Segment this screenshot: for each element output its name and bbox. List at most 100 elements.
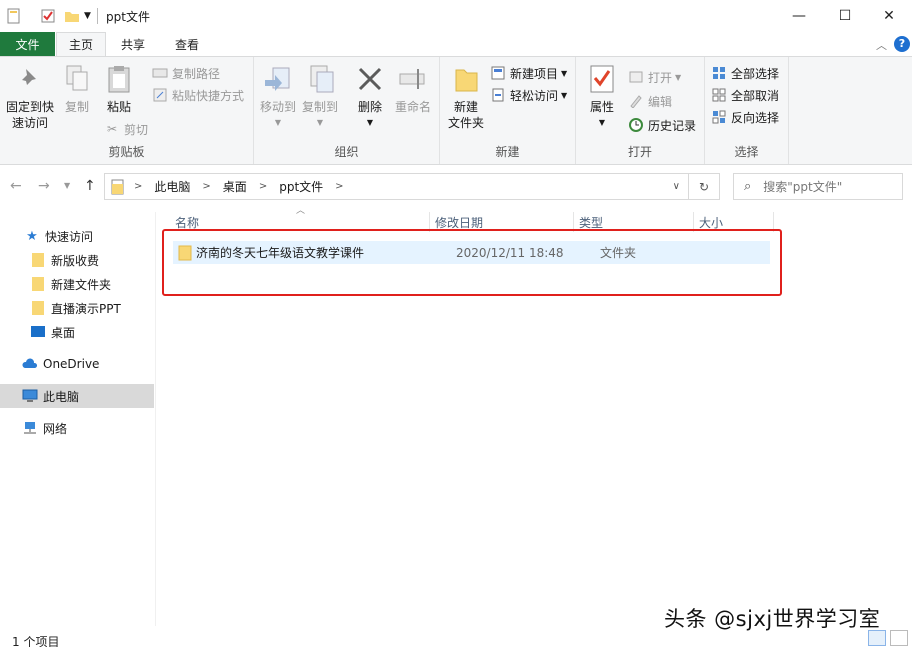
new-group: 新建 文件夹 新建项目 ▼ 轻松访问 ▼ 新建	[440, 57, 576, 164]
details-view-icon[interactable]	[868, 630, 886, 646]
ribbon: 固定到快 速访问 复制 粘贴 复制路径 粘贴快捷方式 ✂ 剪切 剪贴板 移动到 …	[0, 56, 912, 165]
open-icon	[628, 69, 644, 85]
folder-icon	[110, 179, 126, 195]
breadcrumb-desktop[interactable]: 桌面	[223, 178, 247, 195]
help-icon[interactable]: ?	[894, 36, 910, 52]
chevron-down-icon: ▼	[366, 118, 374, 127]
copy-to-label: 复制到	[301, 100, 338, 114]
edit-icon	[628, 93, 644, 109]
nav-item-label: 桌面	[51, 325, 76, 340]
back-arrow-icon[interactable]: ←	[10, 178, 22, 194]
new-item-icon	[490, 65, 506, 81]
copy-to-button[interactable]: 复制到 ▼	[300, 63, 340, 131]
folder-qa-icon[interactable]	[64, 8, 80, 24]
nav-item-desktop[interactable]: 桌面	[0, 320, 154, 344]
new-item-button[interactable]: 新建项目 ▼	[490, 63, 567, 83]
pin-to-quick-access-button[interactable]: 固定到快 速访问	[4, 63, 56, 131]
copy-path-label: 复制路径	[172, 66, 221, 81]
properties-qa-icon[interactable]	[6, 8, 22, 24]
nav-item-live-ppt[interactable]: 直播演示PPT	[0, 296, 154, 320]
nav-item-label: 新建文件夹	[51, 277, 112, 292]
folder-icon	[30, 252, 46, 268]
star-icon: ★	[26, 228, 38, 244]
properties-icon	[586, 63, 618, 95]
invert-selection-button[interactable]: 反向选择	[711, 107, 779, 127]
search-input[interactable]: ⌕ 搜索"ppt文件"	[733, 173, 903, 200]
watermark: 头条 @sjxj世界学习室	[664, 607, 881, 631]
new-folder-button[interactable]: 新建 文件夹	[444, 63, 488, 131]
chevron-down-icon[interactable]: ▼	[84, 11, 91, 21]
nav-network[interactable]: 网络	[0, 416, 154, 440]
network-icon	[22, 420, 38, 436]
search-placeholder: 搜索"ppt文件"	[763, 180, 843, 194]
nav-this-pc-label: 此电脑	[43, 389, 80, 404]
chevron-right-icon: >	[258, 181, 268, 192]
new-folder-label-1: 新建	[453, 100, 478, 114]
nav-item-new-charges[interactable]: 新版收费	[0, 248, 154, 272]
easy-access-button[interactable]: 轻松访问 ▼	[490, 85, 567, 105]
select-none-icon	[711, 87, 727, 103]
pin-label-2: 速访问	[11, 116, 48, 130]
nav-this-pc[interactable]: 此电脑	[0, 384, 154, 408]
properties-button[interactable]: 属性 ▼	[582, 63, 622, 131]
address-bar[interactable]: > 此电脑 > 桌面 > ppt文件 > ∨	[104, 173, 689, 200]
tab-share[interactable]: 共享	[110, 32, 156, 56]
chevron-right-icon: >	[202, 181, 211, 192]
folder-icon	[30, 276, 46, 292]
pin-label-1: 固定到快	[5, 100, 54, 114]
open-group-label: 打开	[627, 145, 652, 159]
maximize-button[interactable]: ☐	[822, 0, 868, 32]
rename-button[interactable]: 重命名	[392, 63, 434, 115]
select-all-button[interactable]: 全部选择	[711, 63, 779, 83]
up-arrow-icon[interactable]: ↑	[84, 178, 96, 194]
large-icons-view-icon[interactable]	[890, 630, 908, 646]
breadcrumb-this-pc[interactable]: 此电脑	[154, 178, 190, 195]
title-separator	[97, 8, 98, 24]
edit-button[interactable]: 编辑	[628, 91, 672, 111]
open-button[interactable]: 打开 ▼	[628, 67, 681, 87]
chevron-down-icon: ▼	[598, 118, 606, 127]
new-folder-label-2: 文件夹	[447, 116, 484, 130]
new-item-label: 新建项目	[510, 66, 559, 81]
nav-onedrive[interactable]: OneDrive	[0, 352, 154, 376]
delete-button[interactable]: 删除 ▼	[350, 63, 390, 131]
recent-locations-icon[interactable]: ▼	[64, 181, 70, 190]
paste-shortcut-button[interactable]: 粘贴快捷方式	[152, 85, 244, 105]
minimize-button[interactable]: —	[776, 0, 822, 32]
quick-access-toolbar: ▼	[6, 7, 91, 25]
navigation-pane: ★ 快速访问 新版收费 新建文件夹 直播演示PPT 桌面 OneDrive 此电…	[0, 212, 156, 626]
properties-label: 属性	[589, 100, 614, 114]
close-button[interactable]: ✕	[866, 0, 912, 32]
nav-quick-access[interactable]: ★ 快速访问	[0, 224, 154, 248]
invert-selection-icon	[711, 109, 727, 125]
copy-path-button[interactable]: 复制路径	[152, 63, 220, 83]
cut-button[interactable]: ✂ 剪切	[104, 119, 148, 139]
collapse-ribbon-icon[interactable]: ︿	[876, 37, 887, 53]
breadcrumb-ppt-folder[interactable]: ppt文件	[279, 178, 323, 195]
address-dropdown-icon[interactable]: ∨	[673, 181, 680, 192]
forward-arrow-icon[interactable]: →	[38, 178, 50, 194]
tab-home[interactable]: 主页	[56, 32, 106, 56]
desktop-icon	[30, 324, 46, 340]
paste-shortcut-label: 粘贴快捷方式	[172, 88, 245, 103]
history-icon	[628, 117, 644, 133]
chevron-down-icon: ▼	[316, 118, 324, 127]
copy-button[interactable]: 复制	[60, 63, 94, 115]
tab-file[interactable]: 文件	[0, 32, 55, 56]
nav-item-new-folder[interactable]: 新建文件夹	[0, 272, 154, 296]
nav-item-label: 新版收费	[51, 253, 100, 268]
move-to-button[interactable]: 移动到 ▼	[258, 63, 298, 131]
chevron-down-icon: ▼	[675, 72, 682, 82]
paste-button[interactable]: 粘贴	[102, 63, 136, 115]
select-none-button[interactable]: 全部取消	[711, 85, 779, 105]
history-label: 历史记录	[648, 118, 697, 133]
checkmark-qa-icon[interactable]	[40, 8, 56, 24]
move-to-icon	[262, 63, 294, 95]
edit-label: 编辑	[648, 94, 673, 109]
refresh-icon[interactable]: ↻	[689, 173, 720, 200]
tab-view[interactable]: 查看	[164, 32, 210, 56]
history-button[interactable]: 历史记录	[628, 115, 696, 135]
nav-network-label: 网络	[43, 421, 68, 436]
nav-item-label: 直播演示PPT	[51, 301, 121, 316]
cut-label: 剪切	[124, 122, 149, 137]
